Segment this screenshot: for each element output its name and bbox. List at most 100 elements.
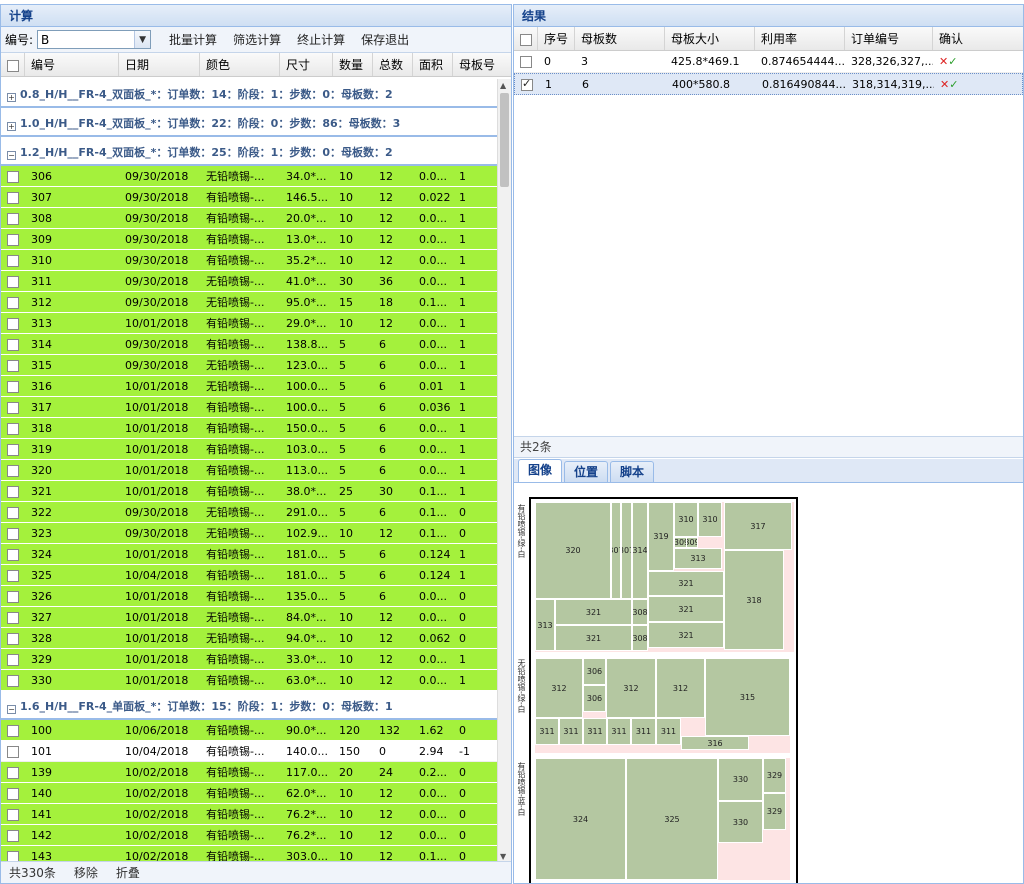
- order-row[interactable]: 310 09/30/2018 有铅喷锡-... 35.2*... 10 12 0.0... 1: [1, 250, 498, 271]
- checkbox-icon[interactable]: [7, 212, 19, 225]
- order-row[interactable]: 325 10/04/2018 有铅喷锡-... 181.0... 5 6 0.124 1: [1, 565, 498, 586]
- checkbox-icon[interactable]: [7, 170, 19, 183]
- checkbox-icon[interactable]: [7, 380, 19, 393]
- board-piece[interactable]: 321: [648, 596, 724, 622]
- checkbox-icon[interactable]: [7, 506, 19, 519]
- board-piece[interactable]: 321: [555, 599, 632, 625]
- tab-image[interactable]: 图像: [518, 459, 563, 482]
- order-group-header[interactable]: +1.0_H/H__FR-4_双面板_*：订单数：22：阶段：0：步数：86：母…: [1, 108, 498, 137]
- order-row[interactable]: 101 10/04/2018 有铅喷锡-... 140.0... 150 0 2.94 -1: [1, 741, 498, 762]
- reject-icon[interactable]: ✕: [940, 78, 949, 91]
- board-piece[interactable]: 311: [656, 718, 681, 745]
- order-row[interactable]: 315 09/30/2018 无铅喷锡-... 123.0... 5 6 0.0... 1: [1, 355, 498, 376]
- order-row[interactable]: 323 09/30/2018 无铅喷锡-... 102.9... 10 12 0.1... 0: [1, 523, 498, 544]
- column-header[interactable]: 面积: [413, 53, 453, 76]
- board-piece[interactable]: 315: [705, 658, 790, 736]
- board-piece[interactable]: 309: [686, 537, 698, 548]
- order-row[interactable]: 314 09/30/2018 有铅喷锡-... 138.8... 5 6 0.0... 1: [1, 334, 498, 355]
- board-piece[interactable]: 330: [718, 801, 763, 843]
- order-row[interactable]: 322 09/30/2018 无铅喷锡-... 291.0... 5 6 0.1... 0: [1, 502, 498, 523]
- row-checkbox[interactable]: [1, 464, 25, 477]
- checkbox-icon[interactable]: [7, 590, 19, 603]
- board-piece[interactable]: 316: [681, 736, 749, 750]
- board-piece[interactable]: 314: [632, 502, 648, 599]
- column-header[interactable]: 母板号: [453, 53, 498, 76]
- board-piece[interactable]: 312: [535, 658, 583, 718]
- chevron-down-icon[interactable]: ▼: [134, 31, 151, 48]
- row-checkbox[interactable]: [1, 724, 25, 737]
- save-exit-button[interactable]: 保存退出: [353, 31, 417, 48]
- order-row[interactable]: 321 10/01/2018 有铅喷锡-... 38.0*... 25 30 0.1... 1: [1, 481, 498, 502]
- select-all-checkbox[interactable]: [514, 27, 538, 50]
- order-row[interactable]: 317 10/01/2018 有铅喷锡-... 100.0... 5 6 0.036 1: [1, 397, 498, 418]
- order-row[interactable]: 320 10/01/2018 有铅喷锡-... 113.0... 5 6 0.0... 1: [1, 460, 498, 481]
- checkbox-icon[interactable]: [7, 59, 19, 72]
- scroll-down-icon[interactable]: ▼: [500, 852, 506, 861]
- tab-position[interactable]: 位置: [564, 461, 609, 482]
- result-row[interactable]: 0 3 425.8*469.1 0.874654444... 328,326,327,.…: [514, 51, 1023, 73]
- order-row[interactable]: 307 09/30/2018 有铅喷锡-... 146.5... 10 12 0.022 1: [1, 187, 498, 208]
- checkbox-icon[interactable]: [7, 527, 19, 540]
- board-piece[interactable]: 330: [718, 758, 763, 801]
- column-header[interactable]: 母板大小: [665, 27, 755, 50]
- row-checkbox[interactable]: [1, 590, 25, 603]
- order-row[interactable]: 140 10/02/2018 有铅喷锡-... 62.0*... 10 12 0.0... 0: [1, 783, 498, 804]
- board-piece[interactable]: 324: [535, 758, 626, 880]
- confirm-icon[interactable]: ✓: [948, 55, 957, 68]
- checkbox-icon[interactable]: [7, 317, 19, 330]
- row-checkbox[interactable]: [1, 254, 25, 267]
- row-checkbox[interactable]: [1, 808, 25, 821]
- board-piece[interactable]: 306: [583, 658, 606, 685]
- code-select[interactable]: B ▼: [37, 30, 152, 49]
- row-checkbox[interactable]: [1, 674, 25, 687]
- row-checkbox[interactable]: [1, 766, 25, 779]
- row-checkbox[interactable]: [1, 443, 25, 456]
- stop-calculate-button[interactable]: 终止计算: [289, 31, 353, 48]
- checkbox-icon[interactable]: [7, 745, 19, 758]
- board-piece[interactable]: 321: [648, 571, 724, 596]
- order-row[interactable]: 311 09/30/2018 无铅喷锡-... 41.0*... 30 36 0.0... 1: [1, 271, 498, 292]
- scrollbar-thumb[interactable]: [500, 93, 509, 187]
- column-header[interactable]: 尺寸: [280, 53, 333, 76]
- checkbox-icon[interactable]: [7, 611, 19, 624]
- column-header[interactable]: 颜色: [200, 53, 280, 76]
- checkbox-icon[interactable]: [7, 443, 19, 456]
- order-row[interactable]: 141 10/02/2018 有铅喷锡-... 76.2*... 10 12 0.0... 0: [1, 804, 498, 825]
- column-header[interactable]: 数量: [333, 53, 373, 76]
- checkbox-icon[interactable]: [7, 233, 19, 246]
- order-row[interactable]: 316 10/01/2018 无铅喷锡-... 100.0... 5 6 0.01 1: [1, 376, 498, 397]
- filter-calculate-button[interactable]: 筛选计算: [225, 31, 289, 48]
- board-piece[interactable]: 319: [648, 502, 674, 571]
- board-piece[interactable]: 306: [583, 685, 606, 712]
- order-row[interactable]: 308 09/30/2018 有铅喷锡-... 20.0*... 10 12 0.0... 1: [1, 208, 498, 229]
- row-checkbox[interactable]: [1, 296, 25, 309]
- board-piece[interactable]: 310: [674, 502, 698, 537]
- collapse-icon[interactable]: −: [7, 151, 16, 160]
- order-row[interactable]: 330 10/01/2018 有铅喷锡-... 63.0*... 10 12 0.0... 1: [1, 670, 498, 691]
- column-header[interactable]: 母板数: [575, 27, 665, 50]
- row-checkbox[interactable]: [1, 233, 25, 246]
- row-checkbox[interactable]: [1, 401, 25, 414]
- order-row[interactable]: 139 10/02/2018 有铅喷锡-... 117.0... 20 24 0.2... 0: [1, 762, 498, 783]
- board-piece[interactable]: 313: [535, 599, 555, 651]
- board-piece[interactable]: 307: [611, 502, 621, 599]
- scroll-up-icon[interactable]: ▲: [500, 81, 506, 90]
- collapse-icon[interactable]: −: [7, 705, 16, 714]
- order-group-header[interactable]: −1.2_H/H__FR-4_双面板_*：订单数：25：阶段：1：步数：0：母板…: [1, 137, 498, 166]
- row-checkbox[interactable]: [1, 506, 25, 519]
- order-group-header[interactable]: +0.8_H/H__FR-4_双面板_*：订单数：14：阶段：1：步数：0：母板…: [1, 79, 498, 108]
- row-checkbox[interactable]: [1, 212, 25, 225]
- row-checkbox[interactable]: [1, 170, 25, 183]
- row-checkbox[interactable]: [1, 422, 25, 435]
- row-checkbox[interactable]: [1, 191, 25, 204]
- order-row[interactable]: 318 10/01/2018 有铅喷锡-... 150.0... 5 6 0.0... 1: [1, 418, 498, 439]
- order-row[interactable]: 100 10/06/2018 有铅喷锡-... 90.0*... 120 132 1.62 0: [1, 720, 498, 741]
- checkbox-icon[interactable]: [7, 191, 19, 204]
- checkbox-icon[interactable]: [7, 275, 19, 288]
- checkbox-icon[interactable]: [7, 548, 19, 561]
- order-row[interactable]: 306 09/30/2018 无铅喷锡-... 34.0*... 10 12 0.0... 1: [1, 166, 498, 187]
- checkbox-icon[interactable]: [7, 338, 19, 351]
- order-row[interactable]: 319 10/01/2018 有铅喷锡-... 103.0... 5 6 0.0... 1: [1, 439, 498, 460]
- row-checkbox[interactable]: [1, 787, 25, 800]
- row-checkbox[interactable]: [1, 829, 25, 842]
